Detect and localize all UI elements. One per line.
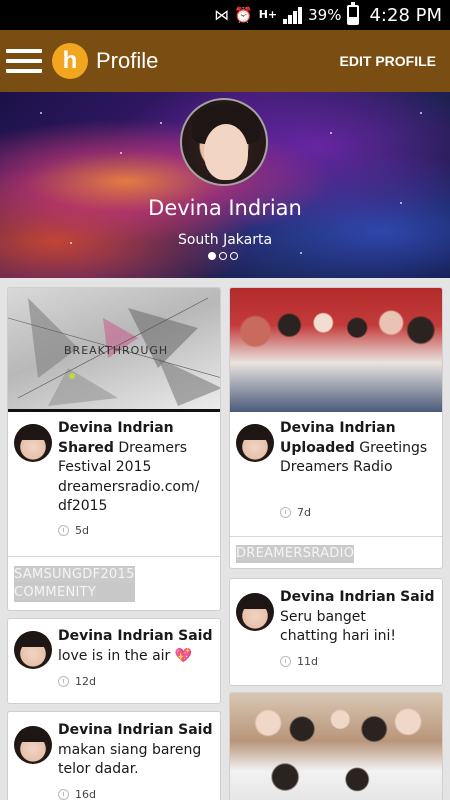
profile-avatar[interactable] — [180, 98, 268, 186]
author-name: Devina Indrian — [58, 722, 174, 738]
post-action: Uploaded — [280, 439, 355, 456]
profile-cover[interactable]: Devina Indrian South Jakarta — [0, 92, 450, 278]
clock-icon — [58, 789, 69, 800]
profile-location: South Jakarta — [177, 232, 273, 248]
post-image-group-photo[interactable] — [230, 693, 442, 800]
network-type: H+ — [258, 8, 278, 21]
signal-icon — [283, 6, 303, 24]
post-time: 11d — [280, 655, 318, 668]
profile-name: Devina Indrian — [148, 196, 302, 220]
post-time: 7d — [280, 506, 311, 519]
post-text: Devina Indrian Shared Dreamers Festival … — [58, 420, 200, 514]
post-action: Said — [178, 628, 213, 644]
clock-icon — [58, 525, 69, 536]
author-name: Devina Indrian — [280, 589, 396, 605]
post-action: Said — [178, 722, 213, 738]
feed-card-shared[interactable]: BREAKTHROUGH Devina Indrian Shared Dream… — [7, 287, 221, 611]
clock-icon — [280, 656, 291, 667]
post-time: 5d — [58, 524, 89, 537]
battery-icon — [347, 2, 360, 25]
post-action: Said — [400, 589, 435, 605]
hamburger-menu-icon[interactable] — [6, 47, 42, 75]
app-bar: h Profile EDIT PROFILE — [0, 30, 450, 92]
post-tag[interactable]: SAMSUNGDF2015 COMMENITY — [14, 566, 135, 602]
post-text: Devina Indrian Said love is in the air 💖 — [58, 628, 213, 664]
post-action: Shared — [58, 439, 114, 456]
page-title: Profile — [96, 48, 159, 73]
author-avatar[interactable] — [236, 593, 274, 631]
edit-profile-button[interactable]: EDIT PROFILE — [340, 53, 436, 69]
post-image-caption: BREAKTHROUGH — [64, 344, 169, 357]
clock-time: 4:28 PM — [369, 4, 442, 26]
carousel-dot[interactable] — [230, 252, 238, 260]
clock-icon — [58, 676, 69, 687]
status-bar: ⋈ ⏰ H+ 39% 4:28 PM — [0, 0, 450, 30]
feed-card-said[interactable]: Devina Indrian Said love is in the air 💖… — [7, 618, 221, 704]
post-text: Devina Indrian Uploaded Greetings Dreame… — [280, 420, 428, 475]
author-avatar[interactable] — [14, 631, 52, 669]
author-name: Devina Indrian — [280, 420, 396, 436]
author-avatar[interactable] — [14, 424, 52, 462]
post-time: 12d — [58, 675, 96, 688]
post-tag[interactable]: DREAMERSRADIO — [236, 545, 355, 563]
feed-card-said[interactable]: Devina Indrian Said makan siang bareng t… — [7, 711, 221, 800]
feed-card-said[interactable]: Devina Indrian Said Seru banget chatting… — [229, 578, 443, 686]
feed-card-uploaded[interactable]: Devina Indrian Uploaded Greetings Dreame… — [229, 287, 443, 569]
feed-card-photo[interactable] — [229, 692, 443, 800]
author-avatar[interactable] — [14, 726, 52, 764]
post-image-group-photo[interactable] — [230, 288, 442, 412]
battery-percent: 39% — [308, 6, 342, 24]
author-name: Devina Indrian — [58, 420, 174, 436]
post-text: Devina Indrian Said makan siang bareng t… — [58, 722, 213, 777]
author-name: Devina Indrian — [58, 628, 174, 644]
app-logo[interactable]: h — [52, 43, 88, 79]
clock-icon — [280, 507, 291, 518]
carousel-dot[interactable] — [219, 252, 227, 260]
post-time: 16d — [58, 788, 96, 800]
carousel-indicator — [208, 252, 238, 260]
carousel-dot[interactable] — [208, 252, 216, 260]
post-text: Devina Indrian Said Seru banget chatting… — [280, 589, 435, 644]
notification-icons: ⋈ ⏰ — [214, 6, 253, 24]
author-avatar[interactable] — [236, 424, 274, 462]
post-image[interactable]: BREAKTHROUGH — [8, 288, 220, 412]
